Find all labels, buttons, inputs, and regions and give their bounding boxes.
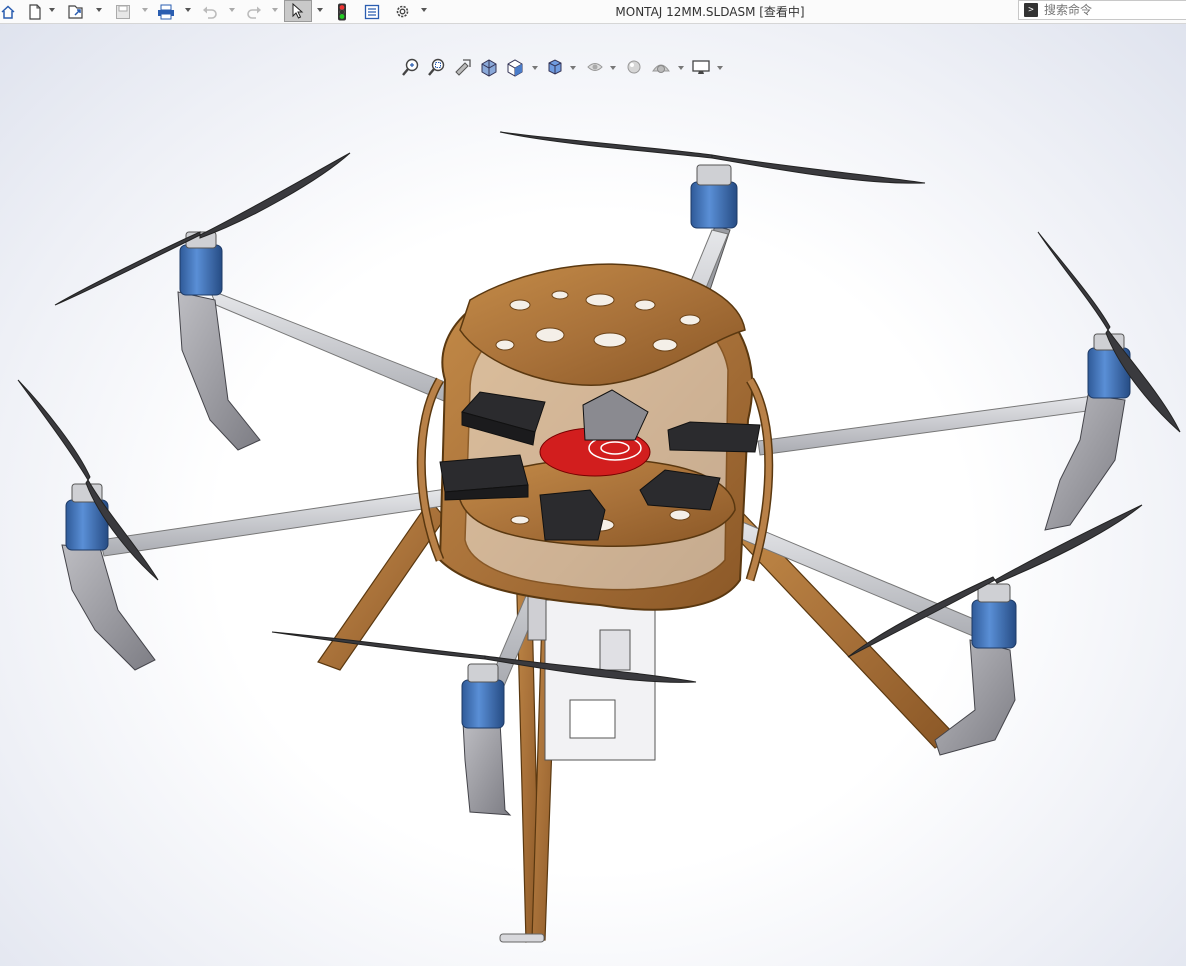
select-icon[interactable]	[284, 0, 312, 22]
home-icon[interactable]	[0, 1, 16, 22]
undo-dropdown-arrow-icon[interactable]	[229, 8, 235, 12]
undo-icon[interactable]	[200, 1, 220, 22]
graphics-area[interactable]	[0, 24, 1186, 966]
print-dropdown-arrow-icon[interactable]	[185, 8, 191, 12]
motor-4	[65, 483, 109, 551]
file-properties-icon[interactable]	[362, 1, 382, 22]
open-dropdown-arrow-icon[interactable]	[96, 8, 102, 12]
save-dropdown-arrow-icon[interactable]	[142, 8, 148, 12]
search-commands-box[interactable]: >	[1018, 0, 1186, 20]
options-dropdown-arrow-icon[interactable]	[421, 8, 427, 12]
open-icon[interactable]	[66, 1, 86, 22]
save-icon[interactable]	[113, 1, 133, 22]
title-bar: MONTAJ 12MM.SLDASM [查看中] >	[0, 0, 1186, 24]
redo-dropdown-arrow-icon[interactable]	[272, 8, 278, 12]
new-dropdown-arrow-icon[interactable]	[49, 8, 55, 12]
select-dropdown-arrow-icon[interactable]	[317, 8, 323, 12]
rebuild-icon[interactable]	[333, 1, 351, 22]
drone-assembly-model[interactable]	[0, 24, 1186, 966]
options-gear-icon[interactable]	[391, 1, 413, 22]
motor-6	[461, 663, 505, 729]
motor-5	[971, 583, 1017, 649]
new-document-icon[interactable]	[26, 1, 44, 22]
command-prompt-icon: >	[1024, 3, 1038, 17]
print-icon[interactable]	[156, 1, 176, 22]
window-title: MONTAJ 12MM.SLDASM [查看中]	[615, 5, 805, 19]
search-input[interactable]	[1044, 3, 1174, 17]
motor-2	[690, 164, 738, 229]
redo-icon[interactable]	[244, 1, 264, 22]
